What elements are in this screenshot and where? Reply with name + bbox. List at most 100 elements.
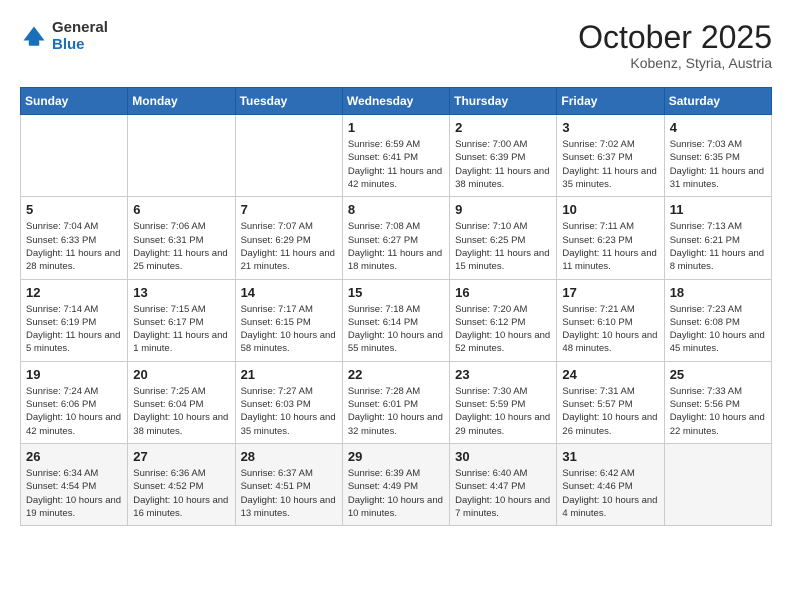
day-number: 23	[455, 367, 551, 382]
logo-icon	[20, 23, 48, 51]
logo: General Blue	[20, 20, 108, 53]
week-row-0: 1 Sunrise: 6:59 AM Sunset: 6:41 PM Daylig…	[21, 115, 772, 197]
day-info: Sunrise: 7:21 AM Sunset: 6:10 PM Dayligh…	[562, 303, 658, 356]
day-number: 15	[348, 285, 444, 300]
weekday-header-monday: Monday	[128, 88, 235, 115]
day-info: Sunrise: 7:08 AM Sunset: 6:27 PM Dayligh…	[348, 220, 444, 273]
calendar-cell: 21Sunrise: 7:27 AM Sunset: 6:03 PM Dayli…	[235, 361, 342, 443]
logo-general-text: General	[52, 20, 108, 37]
day-number: 26	[26, 449, 122, 464]
day-info: Sunrise: 7:28 AM Sunset: 6:01 PM Dayligh…	[348, 385, 444, 438]
day-info: Sunrise: 7:23 AM Sunset: 6:08 PM Dayligh…	[670, 303, 766, 356]
day-info: Sunrise: 6:42 AM Sunset: 4:46 PM Dayligh…	[562, 467, 658, 520]
day-number: 24	[562, 367, 658, 382]
calendar-cell: 15 Sunrise: 7:18 AM Sunset: 6:14 PM Dayli…	[342, 279, 449, 361]
day-number: 14	[241, 285, 337, 300]
calendar-cell: 19 Sunrise: 7:24 AM Sunset: 6:06 PM Dayli…	[21, 361, 128, 443]
calendar-cell: 31 Sunrise: 6:42 AM Sunset: 4:46 PM Dayli…	[557, 443, 664, 525]
calendar-cell: 22 Sunrise: 7:28 AM Sunset: 6:01 PM Dayli…	[342, 361, 449, 443]
day-number: 3	[562, 120, 658, 135]
calendar-cell	[664, 443, 771, 525]
day-number: 10	[562, 202, 658, 217]
day-info: Sunrise: 7:03 AM Sunset: 6:35 PM Dayligh…	[670, 138, 766, 191]
weekday-header-saturday: Saturday	[664, 88, 771, 115]
day-info: Sunrise: 7:20 AM Sunset: 6:12 PM Dayligh…	[455, 303, 551, 356]
calendar-cell: 25Sunrise: 7:33 AM Sunset: 5:56 PM Dayli…	[664, 361, 771, 443]
calendar-cell: 24 Sunrise: 7:31 AM Sunset: 5:57 PM Dayli…	[557, 361, 664, 443]
week-row-2: 12Sunrise: 7:14 AM Sunset: 6:19 PM Dayli…	[21, 279, 772, 361]
weekday-header-thursday: Thursday	[450, 88, 557, 115]
calendar-cell: 30Sunrise: 6:40 AM Sunset: 4:47 PM Dayli…	[450, 443, 557, 525]
day-number: 11	[670, 202, 766, 217]
day-info: Sunrise: 6:59 AM Sunset: 6:41 PM Dayligh…	[348, 138, 444, 191]
calendar-cell: 23 Sunrise: 7:30 AM Sunset: 5:59 PM Dayli…	[450, 361, 557, 443]
calendar-cell: 4 Sunrise: 7:03 AM Sunset: 6:35 PM Daylig…	[664, 115, 771, 197]
day-info: Sunrise: 7:06 AM Sunset: 6:31 PM Dayligh…	[133, 220, 229, 273]
day-number: 6	[133, 202, 229, 217]
weekday-header-wednesday: Wednesday	[342, 88, 449, 115]
day-info: Sunrise: 7:18 AM Sunset: 6:14 PM Dayligh…	[348, 303, 444, 356]
day-info: Sunrise: 7:00 AM Sunset: 6:39 PM Dayligh…	[455, 138, 551, 191]
day-info: Sunrise: 7:04 AM Sunset: 6:33 PM Dayligh…	[26, 220, 122, 273]
weekday-header-friday: Friday	[557, 88, 664, 115]
day-number: 8	[348, 202, 444, 217]
calendar-cell: 26 Sunrise: 6:34 AM Sunset: 4:54 PM Dayli…	[21, 443, 128, 525]
day-info: Sunrise: 7:02 AM Sunset: 6:37 PM Dayligh…	[562, 138, 658, 191]
day-number: 16	[455, 285, 551, 300]
title-block: October 2025 Kobenz, Styria, Austria	[578, 20, 772, 71]
day-number: 29	[348, 449, 444, 464]
calendar-cell: 1 Sunrise: 6:59 AM Sunset: 6:41 PM Daylig…	[342, 115, 449, 197]
calendar-cell: 12Sunrise: 7:14 AM Sunset: 6:19 PM Dayli…	[21, 279, 128, 361]
calendar-cell: 14Sunrise: 7:17 AM Sunset: 6:15 PM Dayli…	[235, 279, 342, 361]
day-number: 28	[241, 449, 337, 464]
day-info: Sunrise: 7:15 AM Sunset: 6:17 PM Dayligh…	[133, 303, 229, 356]
day-number: 13	[133, 285, 229, 300]
calendar-cell: 13 Sunrise: 7:15 AM Sunset: 6:17 PM Dayli…	[128, 279, 235, 361]
day-info: Sunrise: 7:31 AM Sunset: 5:57 PM Dayligh…	[562, 385, 658, 438]
calendar-cell: 11 Sunrise: 7:13 AM Sunset: 6:21 PM Dayli…	[664, 197, 771, 279]
day-number: 21	[241, 367, 337, 382]
calendar-cell: 3 Sunrise: 7:02 AM Sunset: 6:37 PM Daylig…	[557, 115, 664, 197]
day-number: 4	[670, 120, 766, 135]
day-number: 17	[562, 285, 658, 300]
day-info: Sunrise: 7:13 AM Sunset: 6:21 PM Dayligh…	[670, 220, 766, 273]
calendar-cell: 20 Sunrise: 7:25 AM Sunset: 6:04 PM Dayli…	[128, 361, 235, 443]
calendar-cell: 5 Sunrise: 7:04 AM Sunset: 6:33 PM Daylig…	[21, 197, 128, 279]
day-number: 1	[348, 120, 444, 135]
day-info: Sunrise: 7:25 AM Sunset: 6:04 PM Dayligh…	[133, 385, 229, 438]
weekday-header-tuesday: Tuesday	[235, 88, 342, 115]
day-info: Sunrise: 7:24 AM Sunset: 6:06 PM Dayligh…	[26, 385, 122, 438]
day-number: 22	[348, 367, 444, 382]
day-number: 12	[26, 285, 122, 300]
week-row-4: 26 Sunrise: 6:34 AM Sunset: 4:54 PM Dayli…	[21, 443, 772, 525]
calendar-cell	[235, 115, 342, 197]
day-number: 31	[562, 449, 658, 464]
calendar-cell: 27 Sunrise: 6:36 AM Sunset: 4:52 PM Dayli…	[128, 443, 235, 525]
page: General Blue October 2025 Kobenz, Styria…	[0, 0, 792, 536]
day-info: Sunrise: 6:34 AM Sunset: 4:54 PM Dayligh…	[26, 467, 122, 520]
location: Kobenz, Styria, Austria	[578, 55, 772, 71]
day-info: Sunrise: 7:11 AM Sunset: 6:23 PM Dayligh…	[562, 220, 658, 273]
week-row-3: 19 Sunrise: 7:24 AM Sunset: 6:06 PM Dayli…	[21, 361, 772, 443]
header: General Blue October 2025 Kobenz, Styria…	[20, 20, 772, 71]
calendar-cell: 2Sunrise: 7:00 AM Sunset: 6:39 PM Daylig…	[450, 115, 557, 197]
calendar-cell: 17 Sunrise: 7:21 AM Sunset: 6:10 PM Dayli…	[557, 279, 664, 361]
day-number: 20	[133, 367, 229, 382]
day-info: Sunrise: 7:07 AM Sunset: 6:29 PM Dayligh…	[241, 220, 337, 273]
day-number: 19	[26, 367, 122, 382]
day-info: Sunrise: 7:33 AM Sunset: 5:56 PM Dayligh…	[670, 385, 766, 438]
month-title: October 2025	[578, 20, 772, 55]
calendar: SundayMondayTuesdayWednesdayThursdayFrid…	[20, 87, 772, 526]
day-number: 27	[133, 449, 229, 464]
weekday-header-sunday: Sunday	[21, 88, 128, 115]
day-info: Sunrise: 7:30 AM Sunset: 5:59 PM Dayligh…	[455, 385, 551, 438]
calendar-cell: 10 Sunrise: 7:11 AM Sunset: 6:23 PM Dayli…	[557, 197, 664, 279]
day-number: 7	[241, 202, 337, 217]
calendar-cell: 28Sunrise: 6:37 AM Sunset: 4:51 PM Dayli…	[235, 443, 342, 525]
logo-blue-text: Blue	[52, 37, 108, 54]
calendar-cell: 29Sunrise: 6:39 AM Sunset: 4:49 PM Dayli…	[342, 443, 449, 525]
day-info: Sunrise: 6:36 AM Sunset: 4:52 PM Dayligh…	[133, 467, 229, 520]
week-row-1: 5 Sunrise: 7:04 AM Sunset: 6:33 PM Daylig…	[21, 197, 772, 279]
calendar-cell: 9Sunrise: 7:10 AM Sunset: 6:25 PM Daylig…	[450, 197, 557, 279]
day-number: 5	[26, 202, 122, 217]
